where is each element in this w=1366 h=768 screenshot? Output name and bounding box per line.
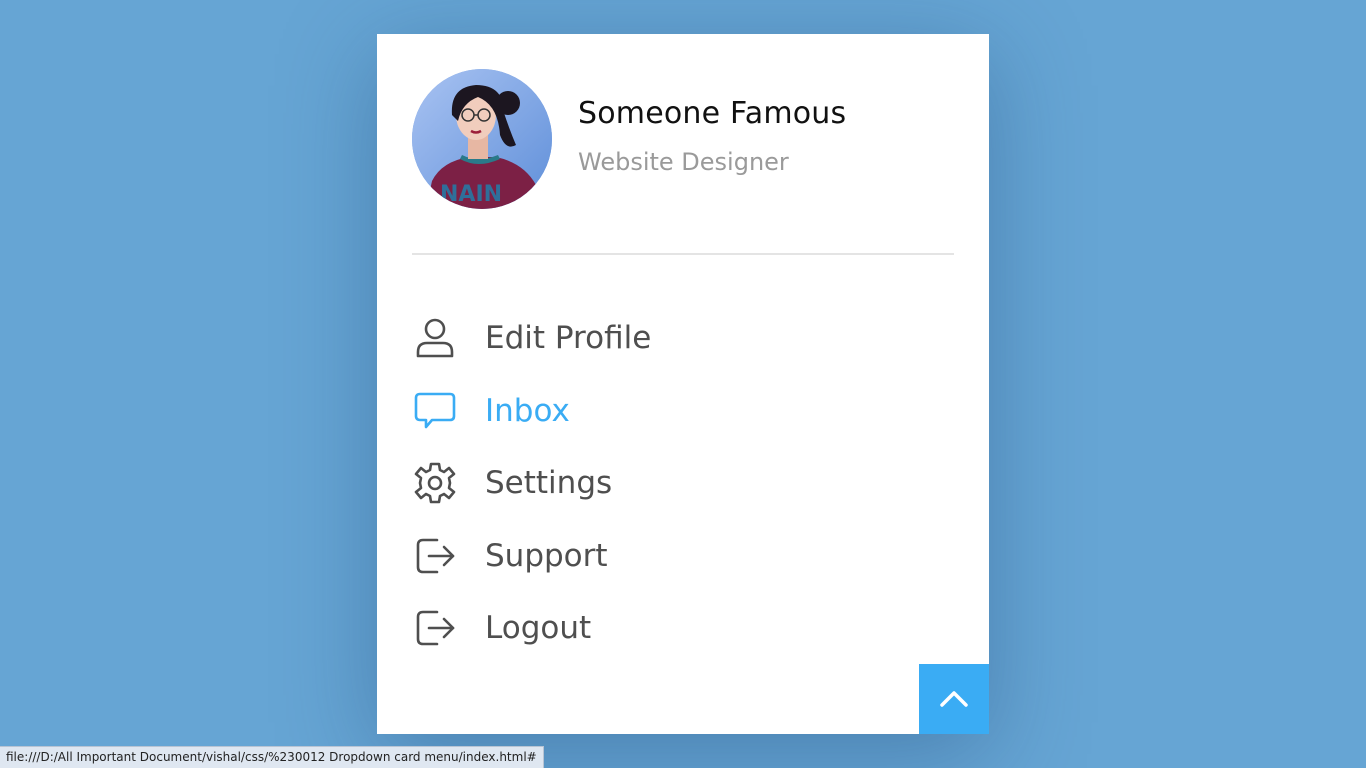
menu-item-logout[interactable]: Logout (412, 592, 954, 665)
menu-item-inbox[interactable]: Inbox (412, 375, 954, 448)
collapse-menu-button[interactable] (919, 664, 989, 734)
menu-item-support[interactable]: Support (412, 520, 954, 593)
svg-text:NAIN: NAIN (440, 182, 502, 207)
profile-dropdown-card: NAIN Someone Famous Website Designer Edi… (377, 34, 989, 734)
browser-status-bar: file:///D:/All Important Document/vishal… (0, 746, 544, 768)
profile-photo: NAIN (412, 69, 552, 209)
sign-out-icon (412, 605, 458, 651)
menu-item-label: Inbox (485, 392, 570, 429)
menu-item-settings[interactable]: Settings (412, 447, 954, 520)
profile-role: Website Designer (578, 148, 789, 176)
chevron-up-icon (940, 691, 968, 707)
menu-item-edit-profile[interactable]: Edit Profile (412, 302, 954, 375)
user-icon (412, 315, 458, 361)
chat-bubble-icon (412, 388, 458, 434)
profile-name: Someone Famous (578, 96, 847, 131)
dropdown-menu: Edit Profile Inbox Settings Support Logo… (412, 302, 954, 665)
divider (412, 253, 954, 255)
menu-item-label: Logout (485, 610, 592, 647)
gear-icon (412, 460, 458, 506)
avatar: NAIN (412, 69, 552, 209)
sign-out-icon (412, 533, 458, 579)
menu-item-label: Support (485, 537, 608, 574)
menu-item-label: Settings (485, 465, 613, 502)
menu-item-label: Edit Profile (485, 320, 652, 357)
